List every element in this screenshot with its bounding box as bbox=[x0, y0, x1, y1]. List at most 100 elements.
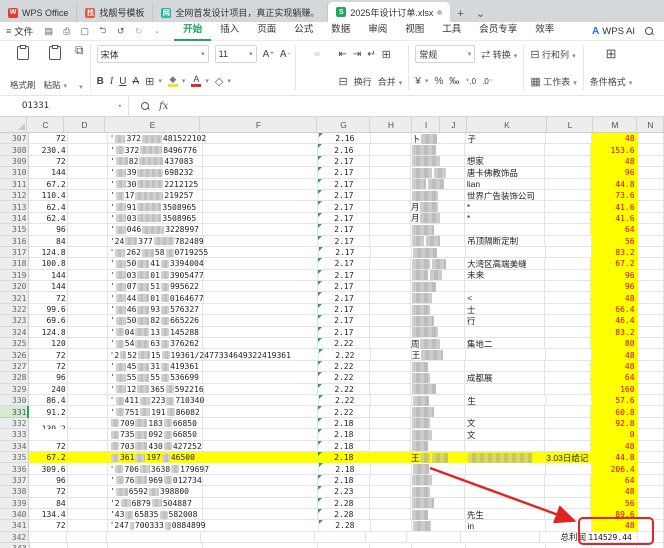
cell[interactable] bbox=[203, 441, 318, 452]
cell[interactable]: '0413145288 bbox=[108, 327, 203, 338]
row-header[interactable]: 343 bbox=[0, 543, 30, 548]
cell[interactable]: 230.4 bbox=[29, 144, 67, 155]
cell[interactable] bbox=[204, 384, 319, 395]
cell[interactable]: 月 bbox=[411, 213, 465, 224]
row-header[interactable]: 326 bbox=[0, 349, 29, 360]
window-tab[interactable]: S2025年设计订单.xlsx bbox=[328, 2, 450, 22]
cell[interactable] bbox=[411, 429, 465, 440]
column-header-I[interactable]: I bbox=[412, 117, 440, 132]
cell[interactable]: 96 bbox=[591, 281, 637, 292]
cell[interactable] bbox=[68, 406, 108, 417]
cell[interactable] bbox=[465, 441, 545, 452]
cell[interactable]: 2.18 bbox=[318, 452, 370, 463]
cell[interactable] bbox=[412, 395, 466, 406]
borders-button[interactable]: ⊞▾ bbox=[145, 75, 162, 88]
cell[interactable]: * bbox=[465, 213, 545, 224]
cell[interactable]: '033508965 bbox=[108, 213, 203, 224]
column-header-G[interactable]: G bbox=[317, 117, 370, 132]
cell[interactable]: 86.4 bbox=[29, 395, 67, 406]
cell[interactable] bbox=[370, 486, 411, 497]
cell[interactable] bbox=[370, 372, 411, 383]
cell[interactable] bbox=[637, 543, 664, 548]
cell[interactable] bbox=[370, 144, 411, 155]
cell[interactable] bbox=[465, 498, 545, 509]
cell[interactable]: 2.18 bbox=[318, 418, 370, 429]
cell[interactable]: '76969012734 bbox=[108, 475, 203, 486]
cell[interactable] bbox=[68, 509, 108, 520]
cell[interactable]: 84 bbox=[29, 236, 67, 247]
cell[interactable] bbox=[411, 418, 465, 429]
cell[interactable] bbox=[204, 292, 319, 303]
justify-button[interactable]: ⊟ bbox=[338, 75, 347, 88]
cell[interactable] bbox=[545, 509, 591, 520]
cell[interactable] bbox=[638, 509, 664, 520]
cell[interactable] bbox=[68, 258, 108, 269]
shrink-font-button[interactable]: A- bbox=[280, 49, 290, 60]
cell[interactable]: 48 bbox=[591, 292, 637, 303]
cell[interactable]: 2.22 bbox=[319, 395, 371, 406]
cell[interactable] bbox=[638, 224, 664, 235]
cell[interactable]: 2.17 bbox=[318, 179, 370, 190]
row-header[interactable]: 332 bbox=[0, 418, 29, 429]
cell[interactable] bbox=[411, 258, 465, 269]
cell[interactable] bbox=[203, 406, 318, 417]
cell[interactable]: 240 bbox=[29, 384, 67, 395]
cell[interactable]: 144 bbox=[29, 281, 67, 292]
cell[interactable]: 2.17 bbox=[318, 270, 370, 281]
cell[interactable]: 80 bbox=[591, 338, 637, 349]
row-header[interactable]: 338 bbox=[0, 486, 29, 497]
ribbon-tab-审阅[interactable]: 审阅 bbox=[359, 21, 396, 39]
column-header-D[interactable]: D bbox=[64, 117, 105, 132]
cell[interactable]: 41.6 bbox=[591, 201, 637, 212]
row-header[interactable]: 341 bbox=[0, 520, 29, 531]
cell[interactable]: 2.16 bbox=[319, 133, 371, 144]
window-tab[interactable]: 网全网首发设计项目，真正实现躺赚。 bbox=[153, 3, 328, 22]
row-header[interactable]: 328 bbox=[0, 372, 29, 383]
cell[interactable]: 72 bbox=[29, 349, 67, 360]
row-header[interactable]: 318 bbox=[0, 258, 29, 269]
cell[interactable]: 83.2 bbox=[592, 247, 638, 258]
cell[interactable] bbox=[545, 213, 591, 224]
row-header[interactable]: 321 bbox=[0, 292, 29, 303]
cell[interactable] bbox=[545, 281, 591, 292]
cell[interactable] bbox=[68, 327, 108, 338]
column-header-J[interactable]: J bbox=[440, 117, 467, 132]
cell[interactable]: '39698232 bbox=[108, 167, 203, 178]
search-icon[interactable] bbox=[645, 27, 654, 36]
rows-cols-button[interactable]: ⊟ 行和列▾ bbox=[530, 48, 575, 61]
cell[interactable] bbox=[592, 543, 637, 548]
cell[interactable]: 2.28 bbox=[318, 498, 370, 509]
cell[interactable]: 96 bbox=[29, 475, 67, 486]
cell[interactable]: 124.8 bbox=[29, 247, 67, 258]
cell[interactable] bbox=[638, 372, 664, 383]
cell[interactable]: 48 bbox=[591, 486, 637, 497]
cell[interactable]: 160 bbox=[591, 384, 637, 395]
cell[interactable] bbox=[411, 270, 465, 281]
cell[interactable] bbox=[29, 429, 67, 440]
cell[interactable]: 2.28 bbox=[318, 509, 370, 520]
cell[interactable]: 2.22 bbox=[319, 349, 371, 360]
undo-icon[interactable]: ↺ bbox=[115, 26, 126, 37]
cell[interactable] bbox=[67, 532, 107, 543]
column-header-L[interactable]: L bbox=[547, 117, 593, 132]
cell[interactable] bbox=[545, 201, 591, 212]
cell[interactable] bbox=[370, 201, 411, 212]
cell[interactable] bbox=[370, 384, 411, 395]
cell[interactable]: 2.17 bbox=[318, 190, 370, 201]
cell[interactable] bbox=[68, 270, 108, 281]
cell[interactable] bbox=[68, 315, 108, 326]
cell[interactable]: 91.2 bbox=[29, 406, 67, 417]
cell[interactable] bbox=[370, 270, 411, 281]
cell[interactable]: 73.6 bbox=[591, 190, 637, 201]
cell[interactable] bbox=[411, 475, 465, 486]
cell[interactable]: 2.18 bbox=[318, 441, 370, 452]
cell[interactable] bbox=[203, 418, 318, 429]
cell[interactable]: '5082665226 bbox=[108, 315, 203, 326]
cell[interactable] bbox=[638, 486, 664, 497]
cell[interactable] bbox=[466, 543, 547, 548]
cell[interactable] bbox=[370, 304, 411, 315]
increase-decimal-button[interactable]: ⁺.0 bbox=[465, 77, 476, 86]
cell[interactable] bbox=[411, 384, 465, 395]
cell[interactable]: '26879504887 bbox=[108, 498, 203, 509]
cell[interactable]: 文 bbox=[465, 429, 545, 440]
